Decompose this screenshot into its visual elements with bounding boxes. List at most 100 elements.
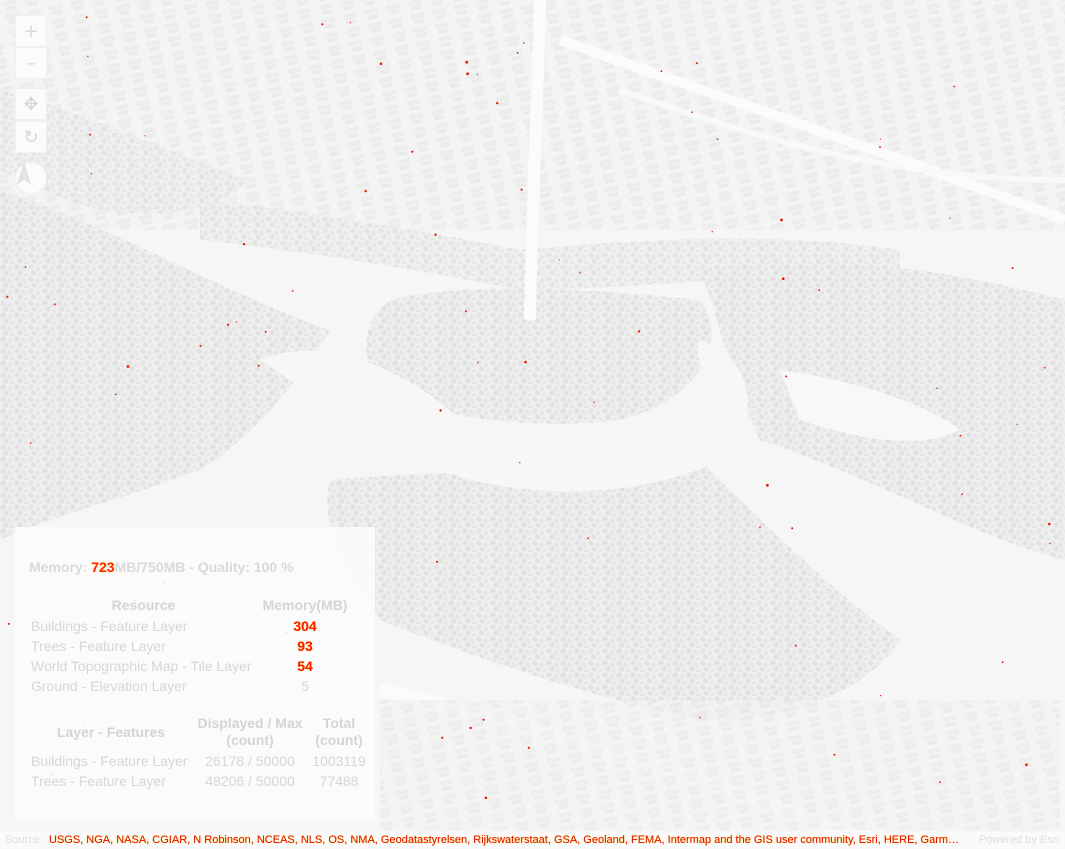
hotspot-dot bbox=[482, 718, 485, 721]
hotspot-dot bbox=[711, 231, 713, 233]
hotspot-dot bbox=[780, 218, 783, 222]
hotspot-dot bbox=[524, 360, 527, 364]
resource-memory: 5 bbox=[301, 678, 309, 694]
resource-name: World Topographic Map - Tile Layer bbox=[31, 658, 252, 674]
hotspot-dot bbox=[379, 62, 383, 65]
layer-name: Buildings - Feature Layer bbox=[31, 753, 188, 769]
hotspot-dot bbox=[818, 289, 821, 292]
memory-header: Memory(MB) bbox=[262, 597, 348, 613]
hotspot-dot bbox=[785, 375, 788, 378]
hotspot-dot bbox=[716, 138, 719, 140]
total-count: 1003119 bbox=[312, 753, 366, 769]
hotspot-dot bbox=[85, 16, 88, 19]
memory-suffix: MB/750MB - Quality: 100 % bbox=[114, 559, 294, 575]
hotspot-dot bbox=[691, 111, 693, 113]
zoom-in-button[interactable]: + bbox=[15, 15, 47, 47]
resource-name: Ground - Elevation Layer bbox=[31, 678, 187, 694]
hotspot-dot bbox=[660, 70, 663, 73]
hotspot-dot bbox=[794, 644, 797, 647]
urban-area-south bbox=[380, 700, 1060, 830]
memory-used-value: 723 bbox=[91, 559, 115, 575]
hotspot-dot bbox=[939, 781, 941, 783]
hotspot-dot bbox=[8, 622, 10, 625]
hotspot-dot bbox=[1048, 522, 1051, 526]
hotspot-dot bbox=[637, 330, 641, 333]
hotspot-dot bbox=[833, 753, 836, 756]
hotspot-dot bbox=[477, 361, 479, 364]
table-row: Buildings - Feature Layer 304 bbox=[29, 616, 352, 636]
hotspot-dot bbox=[53, 303, 56, 306]
hotspot-dot bbox=[1049, 542, 1051, 545]
minus-icon: – bbox=[26, 52, 36, 74]
compass-icon bbox=[17, 163, 31, 185]
resource-memory: 54 bbox=[297, 658, 313, 674]
memory-prefix: Memory: bbox=[29, 559, 92, 575]
hotspot-dot bbox=[126, 365, 130, 368]
hotspot-dot bbox=[936, 387, 938, 390]
hotspot-dot bbox=[90, 173, 93, 175]
hotspot-dot bbox=[593, 401, 595, 403]
hotspot-dot bbox=[441, 736, 444, 739]
hotspot-dot bbox=[291, 290, 294, 292]
compass-button[interactable] bbox=[15, 162, 47, 194]
map-view[interactable]: + – ✥ ↻ Memory: 723MB/750MB - Quality: 1… bbox=[0, 0, 1065, 849]
attribution-text[interactable]: USGS, NGA, NASA, CGIAR, N Robinson, NCEA… bbox=[49, 832, 961, 849]
hotspot-dot bbox=[791, 527, 794, 530]
displayed-max-header: Displayed / Max (count) bbox=[193, 715, 307, 751]
resource-name: Buildings - Feature Layer bbox=[31, 618, 188, 634]
move-arrows-icon: ✥ bbox=[23, 93, 39, 115]
pan-button[interactable]: ✥ bbox=[15, 88, 47, 120]
hotspot-dot bbox=[465, 60, 469, 64]
memory-summary: Memory: 723MB/750MB - Quality: 100 % bbox=[29, 559, 294, 575]
hotspot-dot bbox=[516, 52, 519, 54]
hotspot-dot bbox=[89, 133, 92, 136]
hotspot-dot bbox=[242, 243, 246, 246]
table-row: Trees - Feature Layer 48206 / 50000 7748… bbox=[29, 771, 371, 791]
hotspot-dot bbox=[439, 409, 442, 412]
powered-by-link[interactable]: Powered by Esri bbox=[979, 832, 1059, 849]
hotspot-dot bbox=[364, 190, 367, 193]
zoom-out-button[interactable]: – bbox=[15, 47, 47, 79]
displayed-max-header-text: Displayed / Max (count) bbox=[197, 715, 303, 748]
hotspot-dot bbox=[349, 22, 351, 24]
hotspot-dot bbox=[435, 560, 439, 563]
hotspot-dot bbox=[961, 493, 963, 496]
layer-features-table: Layer - Features Displayed / Max (count)… bbox=[29, 715, 371, 791]
hotspot-dot bbox=[469, 726, 472, 730]
resource-memory: 93 bbox=[297, 638, 313, 654]
table-row: World Topographic Map - Tile Layer 54 bbox=[29, 656, 352, 676]
rotate-button[interactable]: ↻ bbox=[15, 121, 47, 153]
layer-name: Trees - Feature Layer bbox=[31, 773, 166, 789]
hotspot-dot bbox=[522, 42, 525, 44]
attribution-bar[interactable]: Source: USGS, NGA, NASA, CGIAR, N Robins… bbox=[0, 832, 1065, 849]
hotspot-dot bbox=[519, 462, 521, 464]
hotspot-dot bbox=[1016, 423, 1018, 425]
hotspot-dot bbox=[1001, 661, 1004, 664]
hotspot-dot bbox=[87, 55, 89, 58]
hotspot-dot bbox=[520, 188, 523, 191]
displayed-count: 48206 / 50000 bbox=[205, 773, 295, 789]
resource-header: Resource bbox=[111, 597, 176, 613]
hotspot-dot bbox=[959, 434, 962, 437]
hotspot-dot bbox=[484, 796, 488, 800]
hotspot-dot bbox=[527, 746, 530, 749]
hotspot-dot bbox=[699, 716, 701, 719]
displayed-count: 26178 / 50000 bbox=[205, 753, 295, 769]
table-row: Trees - Feature Layer 93 bbox=[29, 636, 352, 656]
hotspot-dot bbox=[6, 295, 9, 298]
hotspot-dot bbox=[257, 364, 260, 367]
hotspot-dot bbox=[464, 310, 467, 313]
hotspot-dot bbox=[236, 321, 238, 323]
hotspot-dot bbox=[766, 483, 769, 487]
hotspot-dot bbox=[476, 73, 478, 75]
hotspot-dot bbox=[879, 146, 881, 149]
hotspot-dot bbox=[496, 102, 499, 105]
hotspot-dot bbox=[114, 393, 117, 396]
hotspot-dot bbox=[1044, 366, 1046, 369]
total-header: Total (count) bbox=[307, 715, 371, 751]
hotspot-dot bbox=[29, 442, 32, 444]
hotspot-dot bbox=[587, 537, 590, 540]
hotspot-dot bbox=[24, 266, 27, 268]
hotspot-dot bbox=[434, 233, 437, 236]
hotspot-dot bbox=[579, 271, 581, 274]
